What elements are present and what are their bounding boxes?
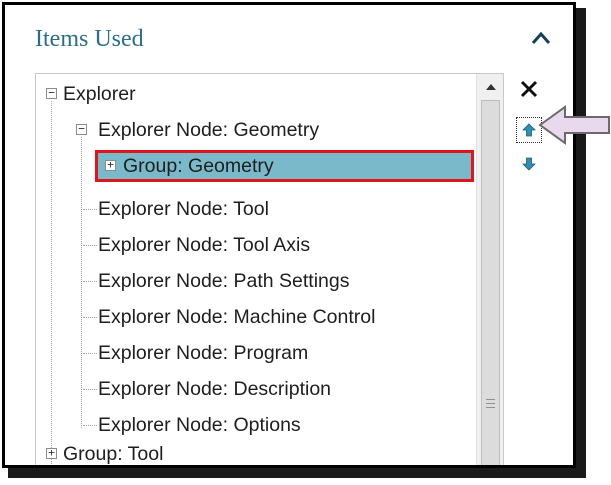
- tree-item-group-geometry[interactable]: Group: Geometry: [123, 148, 274, 184]
- tree-scrollbar[interactable]: [476, 74, 503, 465]
- items-tree[interactable]: − − + + Explorer Explorer Node: Geometry…: [35, 73, 504, 465]
- close-icon: [520, 80, 538, 98]
- tree-item-explorer-node-path-settings[interactable]: Explorer Node: Path Settings: [98, 263, 349, 299]
- expand-toggle[interactable]: +: [46, 447, 57, 459]
- triangle-up-icon: [485, 84, 496, 90]
- collapse-button[interactable]: [530, 27, 552, 49]
- grip-line: [486, 399, 495, 400]
- move-down-button[interactable]: [516, 151, 542, 177]
- items-used-panel: Items Used − − + + Explorer Explorer Nod…: [2, 2, 576, 468]
- tree-connector: [83, 209, 97, 210]
- tree-connector: [83, 425, 97, 426]
- chevron-up-icon: [531, 31, 551, 44]
- tree-connector: [83, 389, 97, 390]
- arrow-down-icon: [522, 157, 536, 171]
- grip-line: [486, 403, 495, 404]
- tree-item-explorer-node-machine-control[interactable]: Explorer Node: Machine Control: [98, 299, 375, 335]
- arrow-up-icon: [522, 123, 536, 137]
- tree-connector: [83, 281, 97, 282]
- tree-connector: [83, 353, 97, 354]
- tree-connector: [81, 137, 82, 428]
- collapse-toggle[interactable]: −: [76, 123, 87, 135]
- delete-button[interactable]: [516, 76, 542, 102]
- tree-item-explorer-node-description[interactable]: Explorer Node: Description: [98, 371, 331, 407]
- collapse-toggle[interactable]: −: [46, 87, 57, 99]
- scroll-thumb[interactable]: [481, 100, 500, 465]
- tree-item-explorer[interactable]: Explorer: [63, 76, 136, 112]
- expand-toggle[interactable]: +: [105, 159, 116, 171]
- tree-item-explorer-node-tool[interactable]: Explorer Node: Tool: [98, 191, 269, 227]
- panel-title: Items Used: [35, 26, 144, 52]
- scroll-up-button[interactable]: [477, 74, 503, 100]
- tree-item-explorer-node-tool-axis[interactable]: Explorer Node: Tool Axis: [98, 227, 310, 263]
- tree-item-explorer-node-program[interactable]: Explorer Node: Program: [98, 335, 308, 371]
- tree-connector: [51, 101, 52, 465]
- pointer-arrow-icon: [538, 105, 610, 145]
- tree-connector: [83, 317, 97, 318]
- tree-item-explorer-node-geometry[interactable]: Explorer Node: Geometry: [98, 112, 319, 148]
- tree-connector: [83, 245, 97, 246]
- tree-item-group-tool[interactable]: Group: Tool: [63, 436, 163, 465]
- grip-line: [486, 407, 495, 408]
